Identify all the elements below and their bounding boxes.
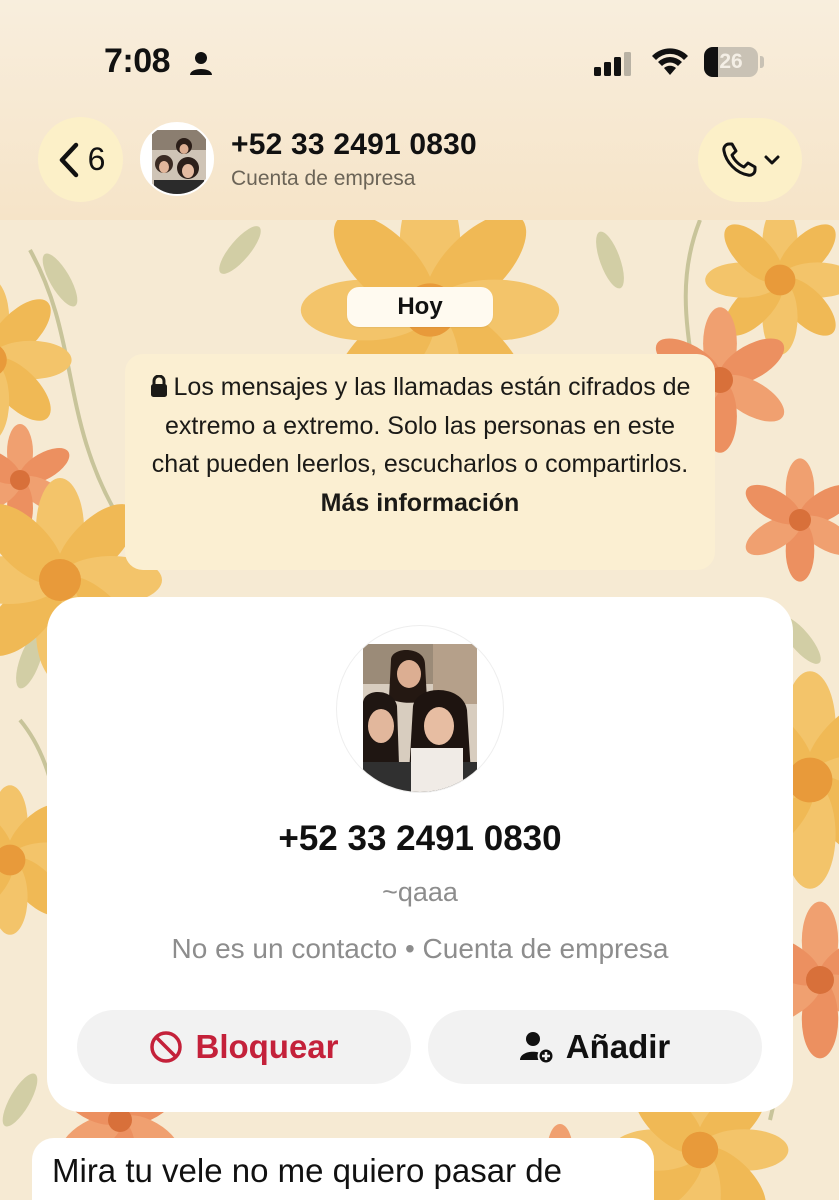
battery-tip [760, 56, 764, 68]
unread-count: 6 [87, 141, 106, 177]
card-contact-status: No es un contacto • Cuenta de empresa [171, 933, 669, 964]
card-contact-name: +52 33 2491 0830 [278, 819, 562, 858]
contact-info-card: +52 33 2491 0830 ~qaaa No es un contacto… [47, 597, 793, 1112]
contact-avatar[interactable] [140, 122, 214, 196]
status-time: 7:08 [104, 42, 171, 80]
back-button[interactable]: 6 [38, 117, 123, 202]
card-contact-alias: ~qaaa [382, 877, 458, 907]
call-button[interactable] [698, 118, 802, 202]
chevron-left-icon [59, 142, 78, 177]
battery-icon: 26 [704, 47, 758, 77]
block-icon [150, 1031, 183, 1063]
block-button[interactable]: Bloquear [77, 1010, 411, 1084]
wifi-icon [652, 48, 688, 75]
phone-icon [722, 142, 757, 177]
status-bar: 7:08 26 [0, 0, 839, 110]
contact-subtitle: Cuenta de empresa [231, 167, 416, 190]
day-separator: Hoy [347, 287, 493, 327]
block-button-label: Bloquear [195, 1028, 339, 1065]
chat-header: 7:08 26 6 +52 33 2491 0830 Cuenta de emp… [0, 0, 839, 220]
message-text: Mira tu vele no me quiero pasar de [52, 1152, 562, 1189]
chevron-down-icon [764, 155, 780, 165]
signal-icon [594, 52, 631, 76]
battery-level: 26 [719, 50, 743, 73]
add-person-icon [519, 1032, 554, 1064]
add-contact-label: Añadir [565, 1028, 671, 1065]
encryption-notice[interactable]: Los mensajes y las llamadas están cifrad… [125, 354, 715, 570]
more-info-link[interactable]: Más información [321, 489, 520, 517]
contact-photo[interactable] [336, 625, 504, 793]
lock-icon [150, 375, 167, 397]
add-contact-button[interactable]: Añadir [428, 1010, 762, 1084]
person-icon [190, 52, 212, 75]
contact-name[interactable]: +52 33 2491 0830 [231, 128, 477, 162]
incoming-message-bubble[interactable]: Mira tu vele no me quiero pasar de [32, 1138, 654, 1200]
encryption-notice-text: Los mensajes y las llamadas están cifrad… [151, 373, 691, 478]
